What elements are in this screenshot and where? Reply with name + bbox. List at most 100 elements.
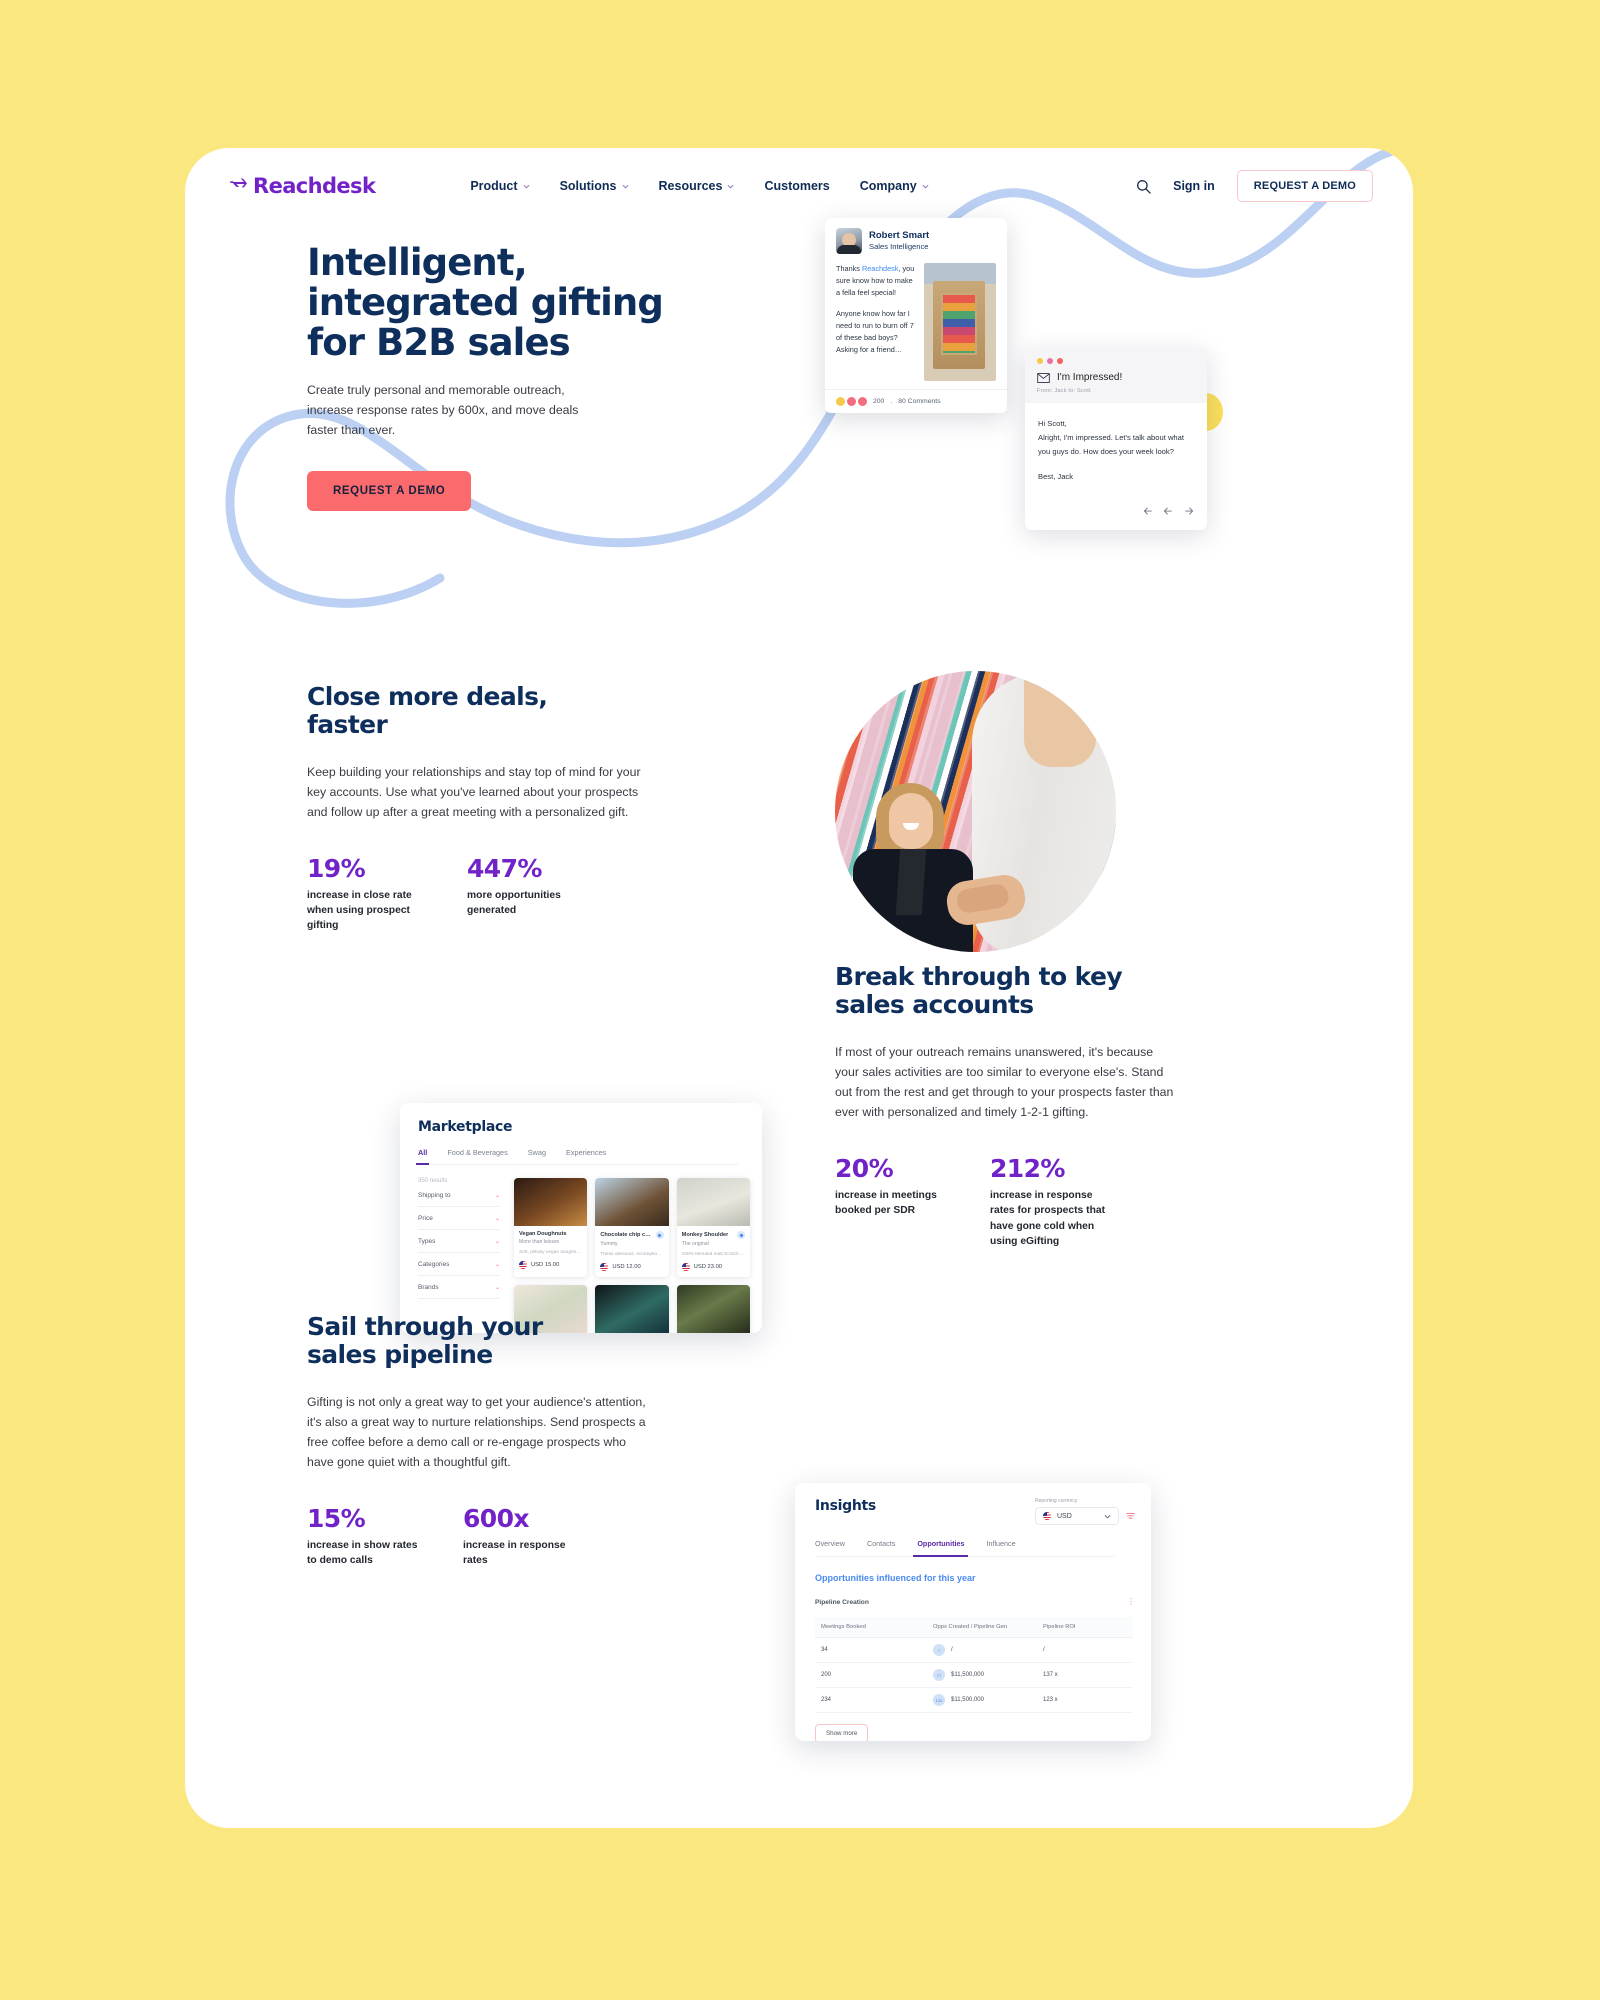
email-subject-row: I'm Impressed!	[1037, 372, 1195, 383]
product-image	[676, 1178, 750, 1226]
section-sail-through: Sail through your sales pipeline Gifting…	[307, 1312, 652, 1569]
currency-select[interactable]: USD	[1035, 1507, 1119, 1525]
product-price: USD 15.00	[531, 1262, 560, 1268]
marketplace-mockup: Marketplace All Food & Beverages Swag Ex…	[400, 1103, 762, 1333]
filter-types[interactable]: Types ⌄	[418, 1230, 500, 1253]
product-card[interactable]: Monkey 47 Monkey business	[676, 1285, 750, 1333]
insights-tab-overview[interactable]: Overview	[815, 1539, 845, 1548]
logo[interactable]: Reachdesk	[230, 174, 376, 198]
post-mention[interactable]: Reachdesk	[862, 264, 899, 273]
hero-title-line3: for B2B sales	[307, 320, 571, 364]
request-demo-button-hero[interactable]: REQUEST A DEMO	[307, 470, 472, 511]
section-stats: 19% increase in close rate when using pr…	[307, 854, 657, 934]
email-actions	[1025, 494, 1207, 530]
stat-value: 447%	[467, 853, 542, 883]
insights-mockup: Insights Reporting currency USD Overview…	[795, 1483, 1151, 1741]
stat-value: 600x	[463, 1503, 530, 1533]
stat-label: increase in close rate when using prospe…	[307, 889, 412, 932]
product-card[interactable]: Monkey Shoulder The original 100% blende…	[676, 1178, 750, 1277]
marketplace-tabs: All Food & Beverages Swag Experiences	[415, 1148, 738, 1165]
email-message: Alright, I'm impressed. Let's talk about…	[1038, 433, 1184, 457]
stat-value: 20%	[835, 1153, 894, 1183]
filter-label: Shipping to	[418, 1192, 451, 1199]
chevron-down-icon: ⌄	[494, 1262, 500, 1268]
nav-item-customers[interactable]: Customers	[764, 179, 829, 193]
nav-label: Resources	[658, 179, 723, 193]
nav-item-product[interactable]: Product	[470, 179, 530, 193]
nav-item-solutions[interactable]: Solutions	[560, 179, 629, 193]
linkedin-post-header: Robert Smart Sales Intelligence	[825, 218, 1007, 263]
filter-label: Categories	[418, 1261, 450, 1268]
email-header: I'm Impressed! From: Jack to: Scott	[1025, 348, 1207, 403]
stat: 15% increase in show rates to demo calls	[307, 1504, 425, 1569]
marketplace-main: 350 results Shipping to ⌄ Price ⌄ Types ⌄ C…	[418, 1178, 762, 1333]
filter-shipping-to[interactable]: Shipping to ⌄	[418, 1184, 500, 1207]
cell-roi: 137 x	[1043, 1672, 1058, 1678]
maximize-dot	[1047, 358, 1053, 364]
request-demo-button-nav[interactable]: REQUEST A DEMO	[1236, 170, 1373, 202]
hero-title-line2: integrated gifting	[307, 280, 664, 324]
chevron-down-icon: ⌄	[494, 1285, 500, 1291]
section-title-line2: sales accounts	[835, 990, 1034, 1020]
filter-label: Brands	[418, 1284, 439, 1291]
comment-count[interactable]: 80 Comments	[898, 398, 940, 405]
product-name: Chocolate chip cookies	[600, 1232, 652, 1238]
hero: Intelligent, integrated gifting for B2B …	[307, 243, 667, 511]
marketplace-tab-all[interactable]: All	[415, 1148, 430, 1165]
marketplace-title: Marketplace	[418, 1119, 513, 1135]
product-image	[595, 1178, 669, 1226]
product-name: Monkey Shoulder	[681, 1232, 729, 1238]
celebrate-icon	[858, 397, 867, 406]
email-card: I'm Impressed! From: Jack to: Scott Hi S…	[1025, 348, 1207, 531]
filter-label: Types	[418, 1238, 436, 1245]
window-controls	[1037, 358, 1195, 364]
filter-price[interactable]: Price ⌄	[418, 1207, 500, 1230]
stat-label: increase in show rates to demo calls	[307, 1539, 418, 1567]
nav-item-resources[interactable]: Resources	[659, 179, 735, 193]
reply-icon[interactable]	[1143, 506, 1154, 517]
more-options-icon[interactable]: ⋮	[1127, 1598, 1135, 1606]
email-signoff: Best, Jack	[1038, 472, 1074, 482]
insights-tab-contacts[interactable]: Contacts	[867, 1539, 895, 1548]
show-more-button[interactable]: Show more	[815, 1724, 869, 1741]
search-icon[interactable]	[1136, 179, 1151, 194]
section-title: Sail through your sales pipeline	[307, 1312, 652, 1370]
section-stats: 20% increase in meetings booked per SDR …	[835, 1154, 1180, 1250]
product-card[interactable]: Vegan Doughnuts More than leisure Soft, …	[514, 1178, 588, 1277]
post-photo	[924, 263, 996, 381]
email-greeting: Hi Scott,	[1038, 419, 1067, 428]
cell-pipeline: /	[951, 1647, 953, 1653]
sign-in-link[interactable]: Sign in	[1173, 179, 1215, 193]
filter-categories[interactable]: Categories ⌄	[418, 1253, 500, 1276]
page-title: Intelligent, integrated gifting for B2B …	[307, 243, 667, 363]
forward-icon[interactable]	[1183, 506, 1194, 517]
cell-opps: 120 $11,500,000	[933, 1694, 1043, 1706]
marketplace-tab-swag[interactable]: Swag	[528, 1148, 546, 1157]
section-title: Break through to key sales accounts	[835, 962, 1180, 1020]
verified-badge-icon	[737, 1231, 745, 1239]
reaction-count: 200	[873, 398, 885, 405]
marketplace-tab-experiences[interactable]: Experiences	[566, 1148, 606, 1157]
insights-heading-link[interactable]: this year	[939, 1573, 976, 1583]
column-header-opps: Opps Created / Pipeline Gen	[933, 1624, 1008, 1630]
product-subtitle: More than leisure	[519, 1239, 560, 1245]
hero-subtitle: Create truly personal and memorable outr…	[307, 382, 579, 437]
filter-icon[interactable]	[1126, 1512, 1135, 1521]
nav-item-company[interactable]: Company	[860, 179, 929, 193]
insights-tab-influence[interactable]: Influence	[986, 1539, 1015, 1548]
product-name: Vegan Doughnuts	[519, 1231, 567, 1237]
product-card[interactable]: Chocolate chip cookies Yummy These delic…	[595, 1178, 669, 1277]
chevron-down-icon	[523, 184, 530, 188]
column-header-meetings: Meetings Booked	[821, 1624, 866, 1630]
filter-brands[interactable]: Brands ⌄	[418, 1276, 500, 1299]
stat-label: increase in meetings booked per SDR	[835, 1189, 937, 1217]
insights-tab-opportunities[interactable]: Opportunities	[913, 1539, 969, 1557]
product-subtitle: The original	[681, 1241, 709, 1247]
reply-all-icon[interactable]	[1163, 506, 1174, 517]
product-price: USD 23.00	[693, 1264, 723, 1270]
insights-tabs: Overview Contacts Opportunities Influenc…	[815, 1539, 1115, 1557]
post-paragraph-2: Anyone know how far I need to run to bur…	[836, 309, 914, 355]
like-icon	[836, 397, 845, 406]
linkedin-post-footer: 200 . 80 Comments	[825, 389, 1007, 413]
marketplace-tab-food[interactable]: Food & Beverages	[447, 1148, 507, 1157]
